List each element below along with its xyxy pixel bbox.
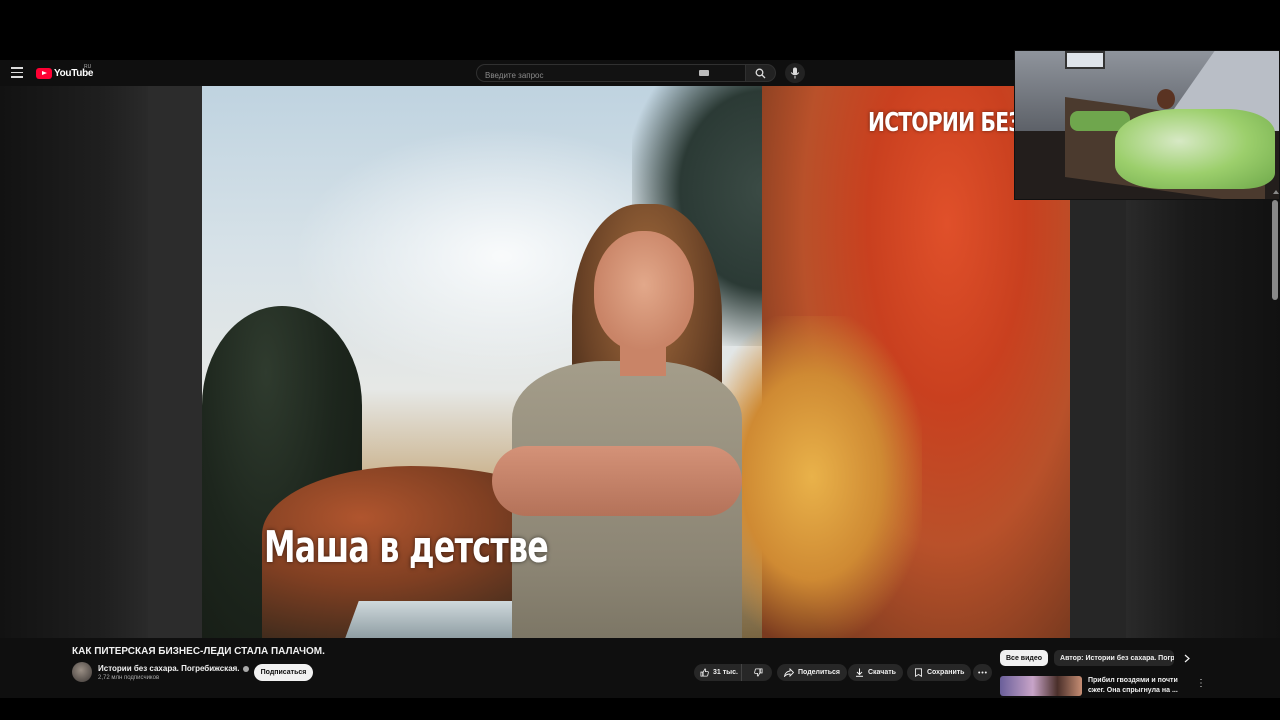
share-icon: [784, 668, 794, 677]
like-dislike-group: 31 тыс.: [694, 664, 772, 681]
channel-avatar[interactable]: [72, 662, 92, 682]
scroll-up-arrow-icon[interactable]: [1273, 190, 1279, 194]
save-icon: [915, 668, 922, 677]
search-button[interactable]: [746, 64, 776, 82]
youtube-logo-icon: [36, 67, 52, 79]
chip-all-videos[interactable]: Все видео: [1000, 650, 1049, 666]
search-input[interactable]: [477, 67, 707, 84]
girl-face: [594, 231, 694, 351]
search-icon: [755, 68, 766, 79]
subscriber-count: 2,72 млн подписчиков: [98, 675, 160, 681]
bottom-letterbox: [0, 698, 1280, 720]
verified-icon: [242, 665, 249, 672]
share-label: Поделиться: [798, 669, 841, 676]
chip-author[interactable]: Автор: Истории без сахара. Погреби: [1054, 650, 1175, 666]
save-button[interactable]: Сохранить: [907, 664, 972, 681]
player-backdrop-left: [0, 86, 148, 638]
pip-window: [1065, 51, 1105, 69]
video-frame-border-left: [148, 86, 202, 638]
like-button[interactable]: 31 тыс.: [694, 664, 742, 681]
more-icon: [978, 671, 987, 674]
mic-icon: [790, 67, 800, 79]
channel-name[interactable]: Истории без сахара. Погребижская.: [98, 664, 240, 673]
search-box: [476, 64, 746, 84]
video-title: КАК ПИТЕРСКАЯ БИЗНЕС-ЛЕДИ СТАЛА ПАЛАЧОМ.: [72, 646, 325, 657]
chevron-right-icon[interactable]: [1184, 654, 1190, 663]
menu-icon[interactable]: [11, 67, 23, 79]
share-button[interactable]: Поделиться: [777, 664, 848, 681]
dislike-icon: [754, 668, 763, 677]
girl-arms: [492, 446, 742, 516]
pip-person: [1157, 89, 1175, 109]
search-bar: [476, 64, 776, 84]
video-overlay-caption: Маша в детстве: [264, 522, 549, 573]
download-label: Скачать: [868, 669, 896, 676]
logo-region: RU: [84, 64, 92, 70]
picture-in-picture-video[interactable]: [1014, 50, 1280, 200]
more-vert-icon[interactable]: ⋮: [1196, 678, 1206, 689]
save-label: Сохранить: [927, 669, 965, 676]
pip-blanket: [1115, 109, 1275, 189]
keyboard-icon[interactable]: [699, 70, 709, 76]
scrollbar-thumb[interactable]: [1272, 200, 1278, 300]
subscribe-button[interactable]: Подписаться: [254, 664, 313, 681]
recommended-video[interactable]: Прибил гвоздями и почти сжег. Она спрыгн…: [1000, 676, 1270, 696]
like-count: 31 тыс.: [713, 669, 738, 676]
like-icon: [700, 668, 709, 677]
download-button[interactable]: Скачать: [848, 664, 903, 681]
voice-search-button[interactable]: [785, 63, 805, 83]
download-icon: [856, 668, 863, 677]
filter-chip-row: Все видео Автор: Истории без сахара. Пог…: [1000, 650, 1175, 666]
more-actions-button[interactable]: [973, 664, 992, 681]
channel-name-row[interactable]: Истории без сахара. Погребижская.: [98, 664, 249, 673]
dislike-button[interactable]: [746, 664, 772, 681]
recommended-video-title[interactable]: Прибил гвоздями и почти сжег. Она спрыгн…: [1088, 676, 1184, 696]
recommended-video-thumbnail[interactable]: [1000, 676, 1082, 696]
